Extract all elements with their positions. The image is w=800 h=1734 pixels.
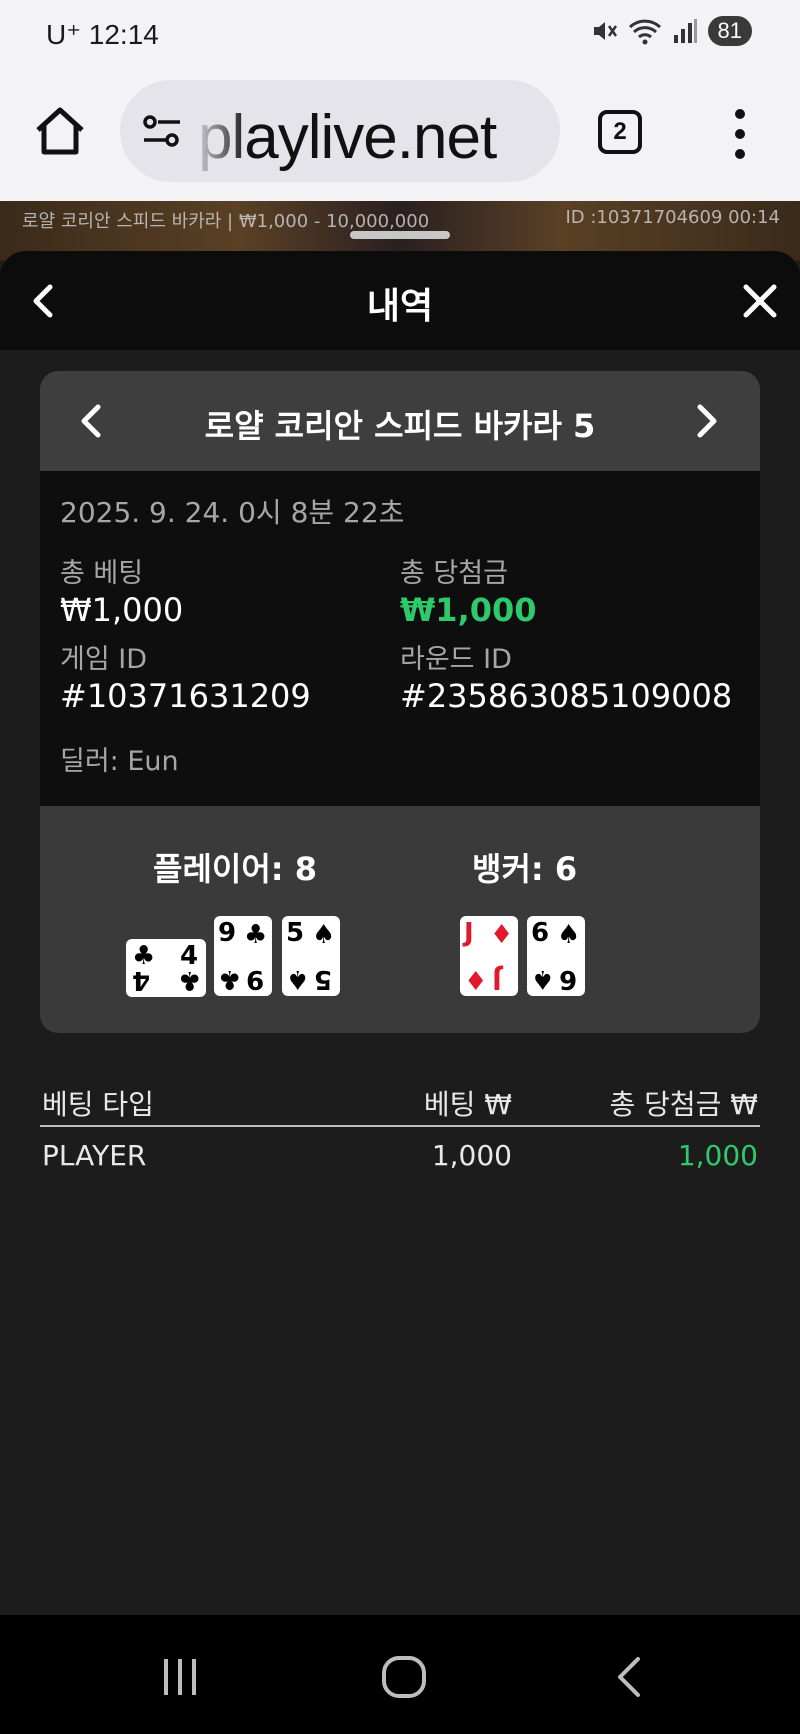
signal-icon [673, 19, 697, 43]
table-limits-text: 로얄 코리안 스피드 바카라 | ₩1,000 - 10,000,000 [22, 211, 430, 232]
round-details: 2025. 9. 24. 0시 8분 22초 총 베팅 ₩1,000 총 당첨금… [40, 471, 760, 806]
player-card-2: 9 ♣ ♣ 9 [214, 916, 272, 996]
browser-toolbar: playlive.net 2 [0, 66, 800, 201]
total-bet-label: 총 베팅 [60, 558, 144, 589]
hands-area: 플레이어: 8 뱅커: 6 ♣ 4 4 ♣ 9 ♣ ♣ 9 5 ♠ ♠ 5 J … [40, 806, 760, 1033]
bets-table: 베팅 타입 베팅 ₩ 총 당첨금 ₩ PLAYER 1,000 1,000 [40, 1071, 760, 1183]
round-card: 로얄 코리안 스피드 바카라 5 2025. 9. 24. 0시 8분 22초 … [40, 371, 760, 1033]
total-win-label: 총 당첨금 [400, 558, 508, 589]
status-bar: U⁺ 12:14 81 [0, 0, 800, 66]
round-id-label: 라운드 ID [400, 644, 512, 675]
game-id-text: ID :10371704609 00:14 [565, 207, 780, 228]
table-row: PLAYER 1,000 1,000 [40, 1127, 760, 1183]
banker-card-1: J ♦ ♦ J [460, 916, 518, 996]
panel-header: 내역 [0, 251, 800, 350]
more-options-icon[interactable] [728, 106, 752, 162]
banker-card-2: 6 ♠ ♠ 6 [527, 916, 585, 996]
game-id-label: 게임 ID [60, 644, 148, 675]
player-card-3: 5 ♠ ♠ 5 [282, 916, 340, 996]
mute-icon [593, 22, 617, 40]
bet-type-cell: PLAYER [42, 1139, 147, 1172]
round-date: 2025. 9. 24. 0시 8분 22초 [60, 496, 405, 529]
address-bar[interactable]: playlive.net [120, 80, 560, 182]
round-card-header: 로얄 코리안 스피드 바카라 5 [40, 371, 760, 471]
dealer-text: 딜러: Eun [60, 746, 179, 777]
site-settings-icon[interactable] [140, 110, 184, 154]
player-score: 플레이어: 8 [153, 850, 317, 888]
panel-title: 내역 [366, 286, 434, 327]
battery-badge: 81 [707, 16, 752, 46]
game-name: 로얄 코리안 스피드 바카라 5 [204, 407, 596, 445]
next-round-icon[interactable] [692, 401, 722, 441]
recent-apps-icon[interactable] [152, 1655, 208, 1699]
carrier-time: U⁺ 12:14 [46, 19, 159, 50]
status-icons: 81 [590, 16, 752, 46]
bets-table-header: 베팅 타입 베팅 ₩ 총 당첨금 ₩ [40, 1071, 760, 1127]
game-id-value: #10371631209 [60, 677, 311, 715]
total-bet-value: ₩1,000 [60, 591, 184, 629]
close-icon[interactable] [740, 281, 780, 321]
header-bet-amount: 베팅 ₩ [423, 1088, 512, 1121]
header-bet-type: 베팅 타입 [42, 1088, 154, 1121]
home-icon[interactable] [32, 104, 88, 160]
system-nav-bar [0, 1615, 800, 1734]
player-card-1: ♣ 4 4 ♣ [126, 939, 206, 997]
header-total-win: 총 당첨금 ₩ [609, 1088, 758, 1121]
round-id-value: #235863085109008 [400, 677, 733, 715]
history-panel: 내역 로얄 코리안 스피드 바카라 5 2025. 9. 24. 0시 8분 2… [0, 251, 800, 1615]
banker-score: 뱅커: 6 [472, 850, 578, 888]
win-amount-cell: 1,000 [677, 1139, 758, 1172]
drag-handle[interactable] [350, 231, 450, 239]
home-nav-icon[interactable] [376, 1655, 432, 1699]
wifi-icon [628, 19, 661, 45]
bet-amount-cell: 1,000 [431, 1139, 512, 1172]
back-nav-icon[interactable] [600, 1655, 656, 1699]
tab-switcher-button[interactable]: 2 [598, 110, 642, 154]
total-win-value: ₩1,000 [400, 591, 537, 629]
